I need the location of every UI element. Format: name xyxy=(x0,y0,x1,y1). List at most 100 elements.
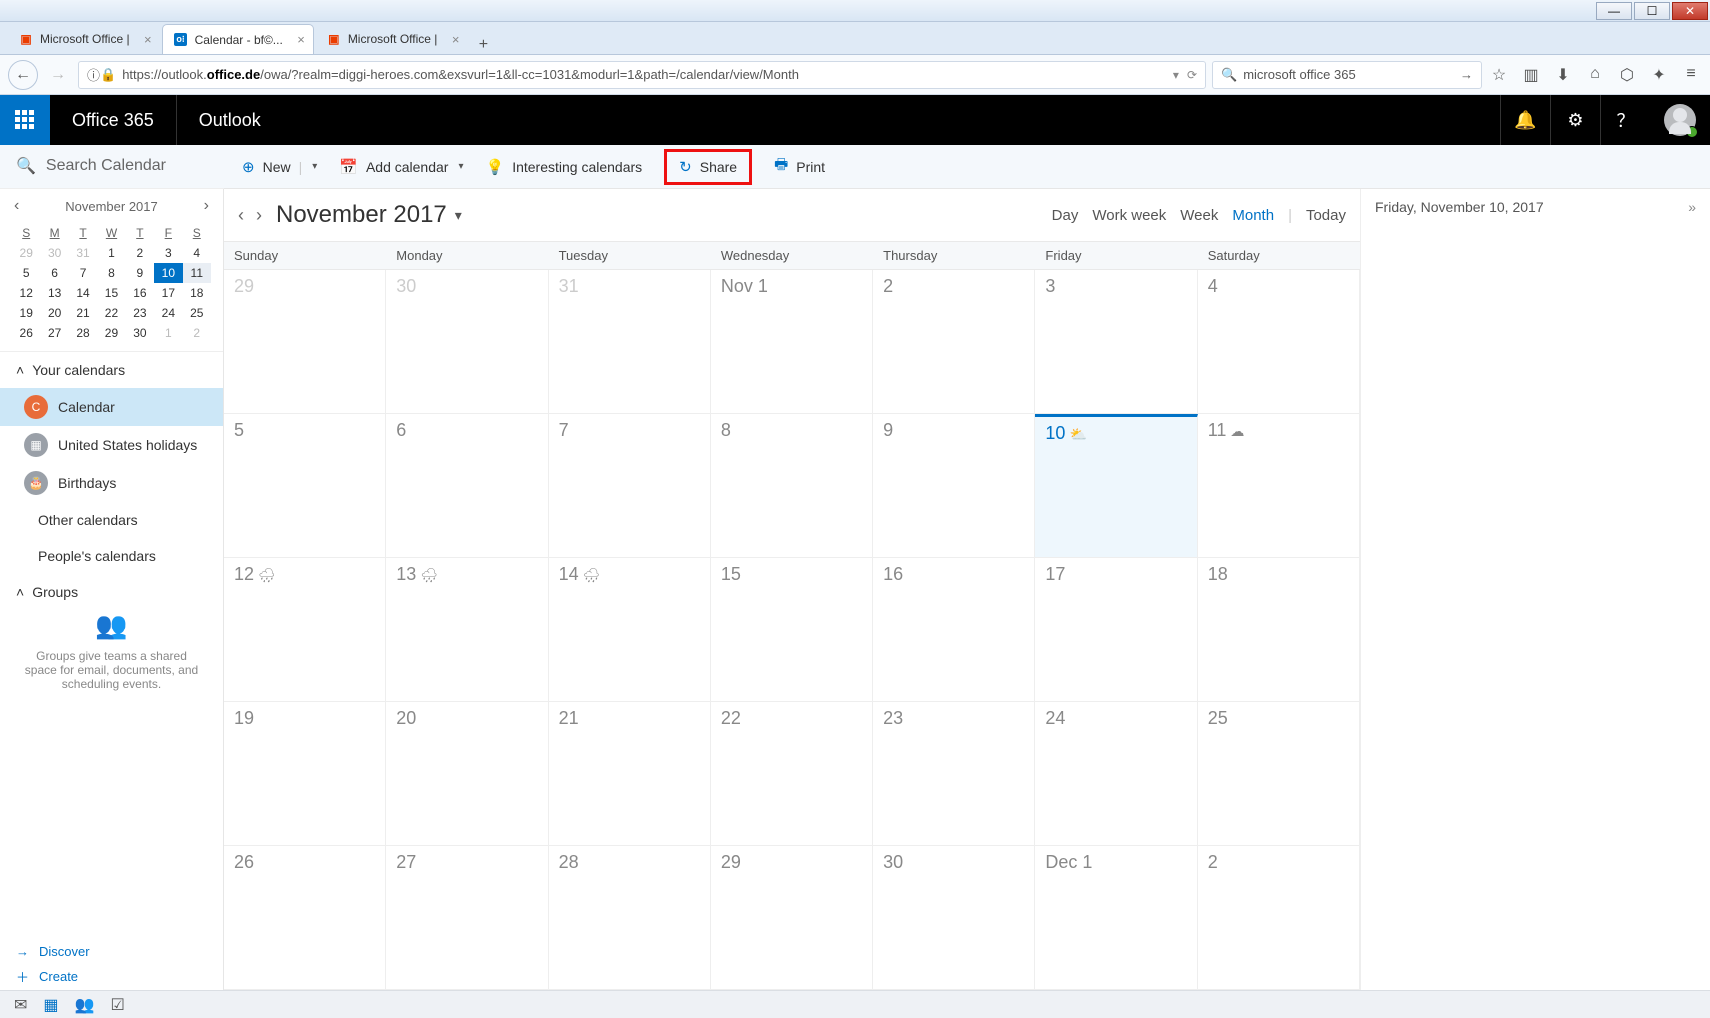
addon-icon[interactable]: ✦ xyxy=(1648,65,1670,85)
peoples-calendars-header[interactable]: People's calendars xyxy=(0,538,223,574)
day-cell[interactable]: 9 xyxy=(873,414,1035,558)
day-cell[interactable]: 19 xyxy=(224,702,386,846)
settings-gear-icon[interactable]: ⚙ xyxy=(1550,95,1600,145)
calendar-item[interactable]: ▦United States holidays xyxy=(0,426,223,464)
pocket-icon[interactable]: ⬡ xyxy=(1616,65,1638,85)
mini-day[interactable]: 14 xyxy=(69,283,97,303)
mini-prev-button[interactable]: ‹ xyxy=(14,197,19,215)
expand-icon[interactable]: » xyxy=(1688,199,1696,215)
interesting-calendars-button[interactable]: 💡 Interesting calendars xyxy=(486,158,643,176)
day-cell[interactable]: 13🌧 xyxy=(386,558,548,702)
day-cell[interactable]: 3 xyxy=(1035,270,1197,414)
mini-day[interactable]: 29 xyxy=(12,243,40,263)
mini-day[interactable]: 17 xyxy=(154,283,182,303)
day-cell[interactable]: 26 xyxy=(224,846,386,990)
view-work-week[interactable]: Work week xyxy=(1092,207,1166,224)
home-icon[interactable]: ⌂ xyxy=(1584,65,1606,85)
day-cell[interactable]: 31 xyxy=(549,270,711,414)
day-cell[interactable]: 12🌧 xyxy=(224,558,386,702)
mini-day[interactable]: 30 xyxy=(126,323,154,343)
mini-day[interactable]: 7 xyxy=(69,263,97,283)
day-cell[interactable]: 2 xyxy=(873,270,1035,414)
mini-day[interactable]: 26 xyxy=(12,323,40,343)
mini-next-button[interactable]: › xyxy=(204,197,209,215)
day-cell[interactable]: 30 xyxy=(873,846,1035,990)
mini-day[interactable]: 21 xyxy=(69,303,97,323)
mini-day[interactable]: 23 xyxy=(126,303,154,323)
mini-day[interactable]: 16 xyxy=(126,283,154,303)
window-maximize-button[interactable]: ☐ xyxy=(1634,2,1670,20)
prev-month-button[interactable]: ‹ xyxy=(238,205,244,226)
mini-day[interactable]: 10 xyxy=(154,263,182,283)
mini-day[interactable]: 9 xyxy=(126,263,154,283)
mini-day[interactable]: 1 xyxy=(154,323,182,343)
day-cell[interactable]: 15 xyxy=(711,558,873,702)
mini-day[interactable]: 6 xyxy=(40,263,68,283)
day-cell[interactable]: 2 xyxy=(1198,846,1360,990)
mini-day[interactable]: 25 xyxy=(183,303,211,323)
day-cell[interactable]: 28 xyxy=(549,846,711,990)
app-launcher-button[interactable] xyxy=(0,95,50,145)
your-calendars-header[interactable]: ˄ Your calendars xyxy=(0,352,223,388)
chevron-down-icon[interactable]: ▾ xyxy=(312,161,317,172)
o365-brand[interactable]: Office 365 xyxy=(50,95,177,145)
notifications-icon[interactable]: 🔔 xyxy=(1500,95,1550,145)
nav-forward-button[interactable]: → xyxy=(44,61,72,89)
day-cell[interactable]: 14🌧 xyxy=(549,558,711,702)
day-cell[interactable]: 29 xyxy=(711,846,873,990)
window-minimize-button[interactable]: — xyxy=(1596,2,1632,20)
profile-avatar[interactable] xyxy=(1650,95,1710,145)
calendar-item[interactable]: CCalendar xyxy=(0,388,223,426)
menu-icon[interactable]: ≡ xyxy=(1680,65,1702,85)
mini-day[interactable]: 2 xyxy=(183,323,211,343)
day-cell[interactable]: 16 xyxy=(873,558,1035,702)
browser-tab[interactable]: ▣Microsoft Office |× xyxy=(8,24,160,54)
bookmark-star-icon[interactable]: ☆ xyxy=(1488,65,1510,85)
calendar-module-icon[interactable]: ▦ xyxy=(43,995,58,1015)
view-day[interactable]: Day xyxy=(1052,207,1079,224)
day-cell[interactable]: 8 xyxy=(711,414,873,558)
day-cell[interactable]: 5 xyxy=(224,414,386,558)
help-icon[interactable]: ？ xyxy=(1600,95,1650,145)
mini-day[interactable]: 1 xyxy=(97,243,125,263)
day-cell[interactable]: 17 xyxy=(1035,558,1197,702)
day-cell[interactable]: 11☁ xyxy=(1198,414,1360,558)
groups-header[interactable]: ˄ Groups xyxy=(0,574,223,610)
day-cell[interactable]: 21 xyxy=(549,702,711,846)
dropdown-icon[interactable]: ▾ xyxy=(1173,68,1179,82)
nav-back-button[interactable]: ← xyxy=(8,60,38,90)
mini-day[interactable]: 30 xyxy=(40,243,68,263)
day-cell[interactable]: Dec 1 xyxy=(1035,846,1197,990)
mini-day[interactable]: 28 xyxy=(69,323,97,343)
mini-day[interactable]: 8 xyxy=(97,263,125,283)
mini-day[interactable]: 15 xyxy=(97,283,125,303)
day-cell[interactable]: Nov 1 xyxy=(711,270,873,414)
mini-calendar-title[interactable]: November 2017 xyxy=(65,199,158,214)
calendar-item[interactable]: 🎂Birthdays xyxy=(0,464,223,502)
share-button[interactable]: ↻ Share xyxy=(664,149,752,185)
downloads-icon[interactable]: ⬇ xyxy=(1552,65,1574,85)
day-cell[interactable]: 25 xyxy=(1198,702,1360,846)
day-cell[interactable]: 4 xyxy=(1198,270,1360,414)
tab-close-icon[interactable]: × xyxy=(144,32,152,47)
other-calendars-header[interactable]: Other calendars xyxy=(0,502,223,538)
browser-tab[interactable]: ▣Microsoft Office |× xyxy=(316,24,468,54)
day-cell[interactable]: 18 xyxy=(1198,558,1360,702)
view-month[interactable]: Month xyxy=(1232,207,1274,224)
tasks-module-icon[interactable]: ☑ xyxy=(110,995,124,1015)
print-button[interactable]: 🖶 Print xyxy=(774,154,825,179)
mini-day[interactable]: 31 xyxy=(69,243,97,263)
new-tab-button[interactable]: + xyxy=(469,36,497,54)
mini-day[interactable]: 19 xyxy=(12,303,40,323)
day-cell[interactable]: 10⛅ xyxy=(1035,414,1197,558)
browser-search-box[interactable]: 🔍 microsoft office 365 → xyxy=(1212,61,1482,89)
library-icon[interactable]: ▥ xyxy=(1520,65,1542,85)
reload-icon[interactable]: ⟳ xyxy=(1187,68,1197,82)
tab-close-icon[interactable]: × xyxy=(297,32,305,47)
next-month-button[interactable]: › xyxy=(256,205,262,226)
window-close-button[interactable]: ✕ xyxy=(1672,2,1708,20)
day-cell[interactable]: 7 xyxy=(549,414,711,558)
mini-day[interactable]: 27 xyxy=(40,323,68,343)
mini-day[interactable]: 11 xyxy=(183,263,211,283)
mini-day[interactable]: 20 xyxy=(40,303,68,323)
